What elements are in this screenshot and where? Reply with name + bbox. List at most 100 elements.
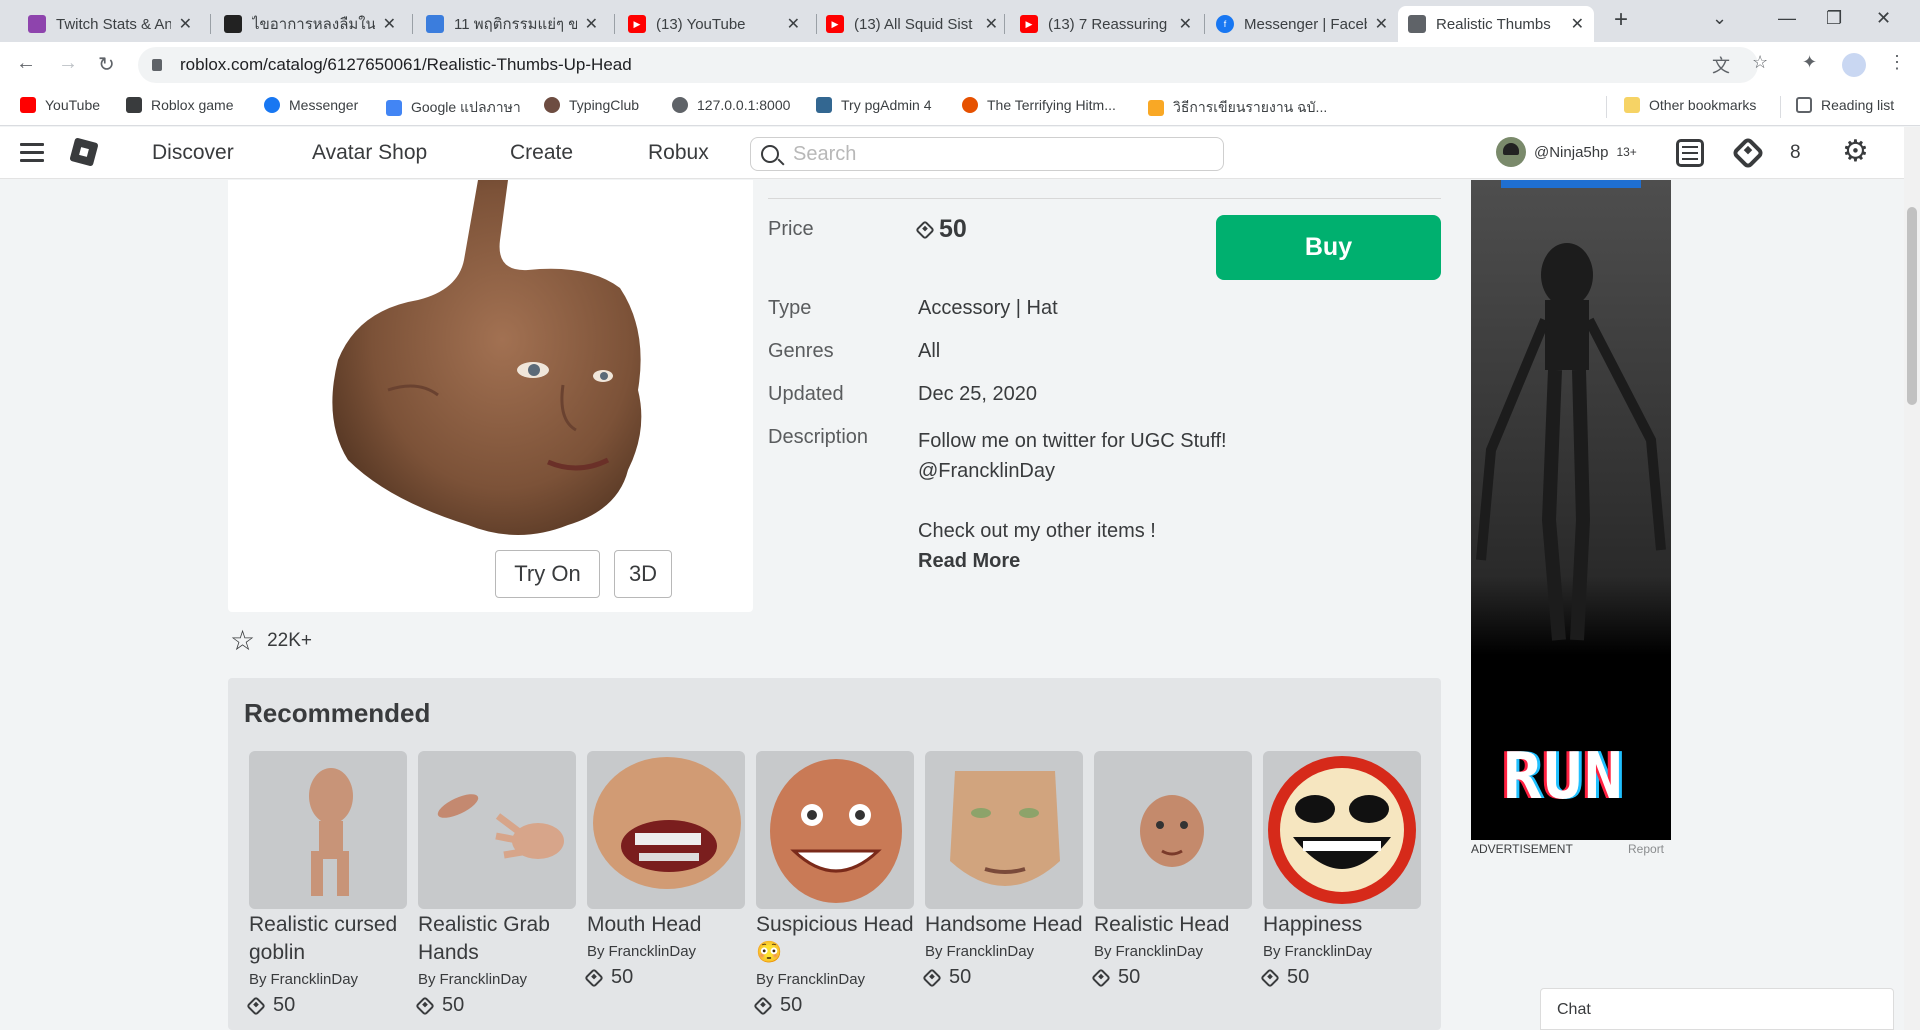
handsome-head-image xyxy=(950,771,1060,886)
item-name[interactable]: Mouth Head xyxy=(587,911,745,939)
search-input[interactable] xyxy=(793,142,1193,166)
close-tab-icon[interactable]: ✕ xyxy=(383,14,396,34)
scrollbar-thumb[interactable] xyxy=(1907,207,1917,405)
close-tab-icon[interactable]: ✕ xyxy=(585,14,598,34)
item-thumbnail[interactable] xyxy=(756,751,914,909)
bookmark-messenger[interactable]: Messenger xyxy=(264,97,358,113)
item-name[interactable]: Suspicious Head 😳 xyxy=(756,911,914,967)
reading-list[interactable]: Reading list xyxy=(1796,97,1894,113)
browser-menu-icon[interactable]: ⋮ xyxy=(1888,52,1906,73)
robux-icon[interactable] xyxy=(1731,136,1765,170)
bookmark-thai-report[interactable]: วิธีการเขียนรายงาน ฉบั... xyxy=(1148,97,1327,119)
item-thumbnail[interactable] xyxy=(1263,751,1421,909)
translate-icon[interactable]: 文 xyxy=(1712,52,1730,78)
close-tab-icon[interactable]: ✕ xyxy=(985,14,998,34)
tab-thai-article-1[interactable]: ไขอาการหลงลืมในวัย✕ xyxy=(214,6,406,42)
recommended-card[interactable]: Happiness By FrancklinDay 50 xyxy=(1260,751,1421,989)
advertisement-banner[interactable]: RUN xyxy=(1471,180,1671,840)
back-icon[interactable]: ← xyxy=(16,52,36,75)
tab-messenger[interactable]: f Messenger | Faceb ✕ xyxy=(1206,6,1398,42)
type-value[interactable]: Accessory | Hat xyxy=(918,297,1058,320)
omnibox[interactable]: roblox.com/catalog/6127650061/Realistic-… xyxy=(138,47,1758,83)
read-more-link[interactable]: Read More xyxy=(918,546,1227,576)
user-profile[interactable]: @Ninja5hp 13+ xyxy=(1496,137,1637,167)
buy-button[interactable]: Buy xyxy=(1216,215,1441,280)
new-tab-icon[interactable]: + xyxy=(1614,6,1628,34)
chat-bar[interactable]: Chat xyxy=(1540,988,1894,1030)
star-icon[interactable]: ☆ xyxy=(230,624,255,657)
url-text[interactable]: roblox.com/catalog/6127650061/Realistic-… xyxy=(180,55,632,75)
item-creator[interactable]: By FrancklinDay xyxy=(249,971,407,988)
recommended-card[interactable]: Suspicious Head 😳 By FrancklinDay 50 xyxy=(753,751,914,1017)
item-name[interactable]: Realistic Grab Hands xyxy=(418,911,576,967)
bookmark-typingclub[interactable]: TypingClub xyxy=(544,97,639,113)
bookmark-star-icon[interactable]: ☆ xyxy=(1752,52,1768,73)
genres-value[interactable]: All xyxy=(918,340,940,363)
nav-discover[interactable]: Discover xyxy=(152,141,234,165)
recommended-card[interactable]: Mouth Head By FrancklinDay 50 xyxy=(584,751,745,989)
close-window-icon[interactable]: ✕ xyxy=(1876,8,1891,29)
recommended-card[interactable]: Realistic Grab Hands By FrancklinDay 50 xyxy=(415,751,576,1017)
profile-avatar-icon[interactable] xyxy=(1842,53,1866,77)
item-creator[interactable]: By FrancklinDay xyxy=(587,943,745,960)
bookmark-google-translate[interactable]: Google แปลภาษา xyxy=(386,97,521,119)
extensions-icon[interactable]: ✦ xyxy=(1802,52,1817,73)
settings-gear-icon[interactable]: ⚙ xyxy=(1842,137,1869,167)
item-creator[interactable]: By FrancklinDay xyxy=(1094,943,1252,960)
page-scrollbar[interactable] xyxy=(1904,127,1920,1030)
item-name[interactable]: Realistic cursed goblin xyxy=(249,911,407,967)
search-box[interactable] xyxy=(750,137,1224,171)
item-name[interactable]: Realistic Head xyxy=(1094,911,1252,939)
bookmark-roblox-game[interactable]: Roblox game xyxy=(126,97,234,113)
recommended-card[interactable]: Handsome Head By FrancklinDay 50 xyxy=(922,751,1083,989)
favorites-count[interactable]: ☆ 22K+ xyxy=(230,624,312,657)
item-creator[interactable]: By FrancklinDay xyxy=(418,971,576,988)
recommended-card[interactable]: Realistic Head By FrancklinDay 50 xyxy=(1091,751,1252,989)
bookmark-terrifying[interactable]: The Terrifying Hitm... xyxy=(962,97,1116,113)
close-tab-icon[interactable]: ✕ xyxy=(1375,14,1388,34)
bookmark-localhost[interactable]: 127.0.0.1:8000 xyxy=(672,97,790,113)
item-thumbnail[interactable] xyxy=(249,751,407,909)
minimize-icon[interactable]: — xyxy=(1778,8,1796,29)
tab-realistic-thumbs[interactable]: Realistic Thumbs ✕ xyxy=(1398,6,1594,42)
item-thumbnail[interactable] xyxy=(587,751,745,909)
reload-icon[interactable]: ↻ xyxy=(98,52,115,77)
close-tab-icon[interactable]: ✕ xyxy=(1179,14,1192,34)
report-ad-link[interactable]: Report xyxy=(1628,842,1664,856)
tab-twitch-stats[interactable]: Twitch Stats & An ✕ xyxy=(18,6,202,42)
nav-create[interactable]: Create xyxy=(510,141,573,165)
tab-reassuring[interactable]: ▶ (13) 7 Reassuring ✕ xyxy=(1010,6,1202,42)
tab-thai-article-2[interactable]: 11 พฤติกรรมแย่ๆ ขอ ✕ xyxy=(416,6,608,42)
item-name[interactable]: Handsome Head xyxy=(925,911,1083,939)
bookmark-youtube[interactable]: YouTube xyxy=(20,97,100,113)
item-creator[interactable]: By FrancklinDay xyxy=(756,971,914,988)
robux-balance[interactable]: 8 xyxy=(1790,142,1801,164)
recommended-card[interactable]: Realistic cursed goblin By FrancklinDay 5… xyxy=(246,751,407,1017)
tab-search-icon[interactable]: ⌄ xyxy=(1712,8,1727,29)
item-creator[interactable]: By FrancklinDay xyxy=(925,943,1083,960)
item-creator[interactable]: By FrancklinDay xyxy=(1263,943,1421,960)
nav-robux[interactable]: Robux xyxy=(648,141,709,165)
item-page: Try On 3D ☆ 22K+ Price 50 Buy Type Acces… xyxy=(0,180,1904,1030)
item-name[interactable]: Happiness xyxy=(1263,911,1421,939)
typingclub-icon xyxy=(544,97,560,113)
roblox-logo-icon[interactable] xyxy=(69,137,99,167)
facebook-icon xyxy=(264,97,280,113)
messages-icon[interactable] xyxy=(1676,139,1704,167)
close-tab-icon[interactable]: ✕ xyxy=(1571,14,1584,34)
view-3d-button[interactable]: 3D xyxy=(614,550,672,598)
bookmark-other[interactable]: Other bookmarks xyxy=(1624,97,1756,113)
forward-icon[interactable]: → xyxy=(58,52,78,75)
item-thumbnail[interactable] xyxy=(418,751,576,909)
item-thumbnail[interactable] xyxy=(925,751,1083,909)
item-thumbnail[interactable] xyxy=(1094,751,1252,909)
close-tab-icon[interactable]: ✕ xyxy=(179,14,192,34)
close-tab-icon[interactable]: ✕ xyxy=(787,14,800,34)
tab-youtube[interactable]: ▶ (13) YouTube ✕ xyxy=(618,6,810,42)
tab-squid-sisters[interactable]: ▶ (13) All Squid Sist ✕ xyxy=(816,6,1008,42)
hamburger-menu-icon[interactable] xyxy=(20,143,44,163)
nav-avatar-shop[interactable]: Avatar Shop xyxy=(312,141,427,165)
bookmark-pgadmin[interactable]: Try pgAdmin 4 xyxy=(816,97,932,113)
try-on-button[interactable]: Try On xyxy=(495,550,600,598)
restore-icon[interactable]: ❐ xyxy=(1826,8,1842,29)
